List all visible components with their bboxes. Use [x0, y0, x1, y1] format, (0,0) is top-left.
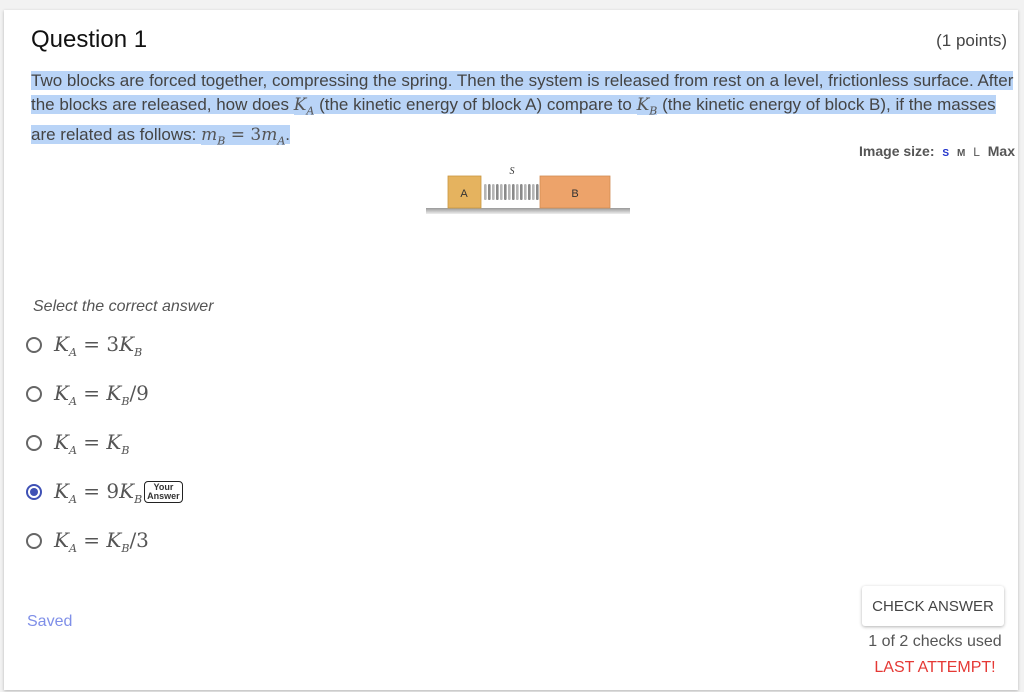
image-size-m[interactable]: M — [957, 148, 965, 159]
spring-coil — [508, 184, 511, 200]
image-size-label: Image size: — [859, 143, 935, 159]
image-size-s[interactable]: S — [942, 148, 949, 159]
image-size-l[interactable]: L — [973, 145, 980, 159]
spring-coil — [484, 184, 487, 200]
spring-blocks-figure: A S B — [426, 166, 630, 214]
spring-coil — [528, 184, 531, 200]
answer-option-label: KA = KB — [54, 429, 130, 457]
spring-coil — [500, 184, 503, 200]
spring-coil — [520, 184, 523, 200]
spring-label: S — [510, 166, 515, 177]
radio-unchecked-icon[interactable] — [26, 533, 42, 549]
math-mass-relation: mB = 3mA — [201, 125, 286, 148]
answer-option[interactable]: KA = 9KB Your Answer — [26, 478, 183, 506]
math-kb: KB — [636, 95, 658, 118]
radio-dot — [30, 488, 38, 496]
answer-option-label: KA = 3KB — [54, 331, 143, 359]
question-title: Question 1 — [31, 26, 148, 53]
check-answer-button[interactable]: CHECK ANSWER — [862, 586, 1004, 626]
spring-coil — [512, 184, 515, 200]
answer-option[interactable]: KA = KB/3 — [26, 527, 149, 555]
spring-coil — [532, 184, 535, 200]
question-card: Question 1 (1 points) Two blocks are for… — [4, 10, 1018, 690]
spring-coil — [536, 184, 539, 200]
answer-option[interactable]: KA = KB — [26, 429, 129, 457]
spring-coil — [492, 184, 495, 200]
answer-option-label: KA = 9KB — [54, 478, 143, 506]
radio-checked-icon[interactable] — [26, 484, 42, 500]
block-a-label: A — [460, 188, 468, 200]
spring-coil — [504, 184, 507, 200]
radio-unchecked-icon[interactable] — [26, 337, 42, 353]
answer-option-label: KA = KB/9 — [54, 380, 149, 408]
answer-option[interactable]: KA = 3KB — [26, 331, 142, 359]
block-b-label: B — [571, 188, 578, 200]
spring — [484, 184, 539, 200]
your-answer-badge: Your Answer — [144, 481, 183, 503]
saved-status: Saved — [27, 613, 73, 630]
spring-coil — [488, 184, 491, 200]
spring-coil — [516, 184, 519, 200]
spring-coil — [496, 184, 499, 200]
answer-option-label: KA = KB/3 — [54, 527, 149, 555]
points-label: (1 points) — [936, 31, 1007, 50]
math-ka: KA — [293, 95, 315, 118]
image-size-max[interactable]: Max — [988, 143, 1015, 159]
floor — [426, 208, 630, 214]
last-attempt-warning: LAST ATTEMPT! — [874, 659, 996, 676]
image-size-control: Image size: S M L Max — [859, 143, 1015, 159]
question-prompt: Two blocks are forced together, compress… — [31, 71, 1014, 148]
spring-coil — [524, 184, 527, 200]
checks-used-text: 1 of 2 checks used — [868, 633, 1002, 650]
radio-unchecked-icon[interactable] — [26, 435, 42, 451]
answer-option[interactable]: KA = KB/9 — [26, 380, 149, 408]
radio-unchecked-icon[interactable] — [26, 386, 42, 402]
select-answer-label: Select the correct answer — [33, 298, 214, 315]
prompt-text-2: (the kinetic energy of block A) compare … — [314, 95, 637, 114]
